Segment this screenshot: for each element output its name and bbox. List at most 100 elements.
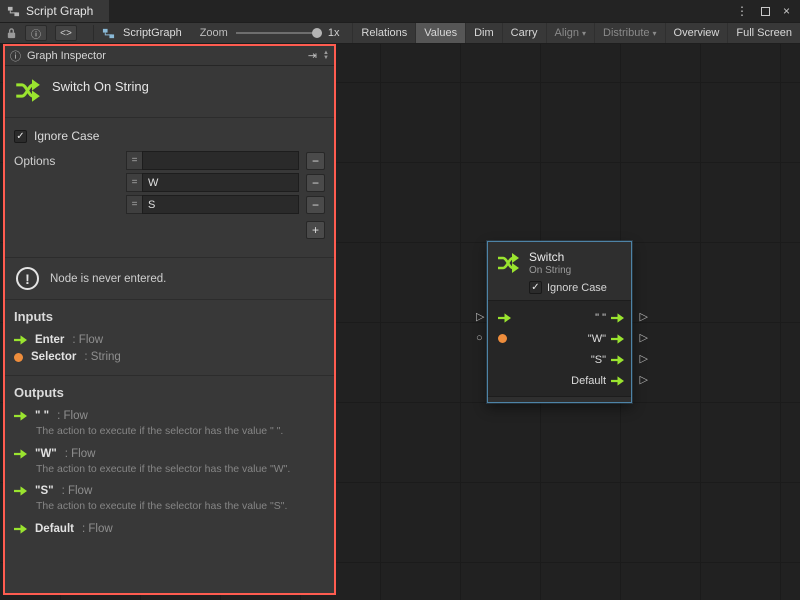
node-title: Switch — [529, 250, 571, 264]
code-view-button[interactable]: <> — [55, 25, 77, 41]
toolbar-separator — [93, 25, 94, 41]
options-editor: Options = − = − = − — [5, 146, 334, 251]
zoom-value: 1x — [328, 27, 340, 39]
output-label: " " — [595, 312, 606, 324]
output-port-space: " " : Flow — [5, 407, 334, 424]
flow-arrow-icon — [14, 524, 27, 534]
remove-option-button[interactable]: − — [306, 152, 325, 170]
graph-icon — [7, 5, 20, 18]
option-row: = − — [126, 151, 325, 170]
full-screen-button[interactable]: Full Screen — [727, 23, 800, 43]
titlebar: Script Graph ⋮ × — [0, 0, 800, 22]
scroll-down-icon[interactable]: ▼ — [323, 56, 329, 61]
node-header[interactable]: Switch On String ✓ Ignore Case — [488, 242, 631, 300]
output-description: The action to execute if the selector ha… — [5, 462, 334, 483]
distribute-button[interactable]: Distribute▾ — [594, 23, 664, 43]
values-button[interactable]: Values — [415, 23, 465, 43]
option-input[interactable] — [142, 151, 299, 170]
flow-connector-icon[interactable]: ▷ — [640, 312, 648, 323]
drag-handle-icon[interactable]: = — [126, 151, 142, 170]
remove-option-button[interactable]: − — [306, 196, 325, 214]
dock-icon[interactable]: ⇥ — [308, 49, 317, 62]
flow-arrow-icon — [14, 411, 27, 421]
zoom-slider-knob[interactable] — [312, 28, 322, 38]
window-controls: ⋮ × — [736, 0, 800, 22]
switch-icon — [496, 251, 520, 275]
main-area: Switch On String ✓ Ignore Case ▷ — [0, 44, 800, 600]
script-graph-icon — [102, 27, 115, 40]
breadcrumb[interactable]: ScriptGraph — [123, 27, 182, 39]
chevron-down-icon: ▾ — [653, 29, 657, 38]
output-port-s: "S" : Flow — [5, 482, 334, 499]
output-label: "S" — [591, 354, 606, 366]
menu-icon[interactable]: ⋮ — [736, 4, 748, 18]
switch-node[interactable]: Switch On String ✓ Ignore Case ▷ — [487, 241, 632, 403]
flow-arrow-icon — [14, 486, 27, 496]
add-option-button[interactable]: + — [306, 221, 325, 239]
flow-connector-icon[interactable]: ▷ — [640, 333, 648, 344]
close-icon[interactable]: × — [783, 4, 790, 18]
inspector-header: ⓘ Graph Inspector ⇥ ▲ ▼ — [5, 46, 334, 66]
value-connector-icon[interactable]: ○ — [476, 333, 483, 344]
relations-button[interactable]: Relations — [352, 23, 415, 43]
output-port-default: Default : Flow — [5, 520, 334, 537]
overview-button[interactable]: Overview — [665, 23, 728, 43]
flow-connector-icon[interactable]: ▷ — [640, 375, 648, 386]
ignore-case-checkbox[interactable]: ✓ — [14, 130, 27, 143]
drag-handle-icon[interactable]: = — [126, 195, 142, 214]
input-port-selector: Selector : String — [5, 348, 334, 365]
options-label: Options — [14, 151, 126, 168]
output-port-s[interactable]: "S" ▷ — [488, 349, 631, 370]
option-input[interactable] — [142, 173, 299, 192]
output-port-default[interactable]: Default ▷ — [488, 370, 631, 391]
flow-arrow-icon — [611, 334, 624, 344]
inputs-title: Inputs — [5, 300, 334, 331]
warning-banner: ! Node is never entered. — [5, 257, 334, 300]
option-input[interactable] — [142, 195, 299, 214]
outputs-section: Outputs " " : Flow The action to execute… — [5, 375, 334, 543]
graph-toolbar: ⓘ <> ScriptGraph Zoom 1x Relations Value… — [0, 22, 800, 44]
node-body: ▷ ○ " " ▷ "W" ▷ — [488, 300, 631, 396]
inputs-section: Inputs Enter : Flow Selector : String — [5, 300, 334, 371]
lock-icon[interactable] — [6, 27, 17, 40]
remove-option-button[interactable]: − — [306, 174, 325, 192]
inspector-title: Graph Inspector — [27, 50, 106, 62]
info-icon: ⓘ — [31, 26, 41, 41]
option-row: = − — [126, 173, 325, 192]
output-port-w[interactable]: "W" ▷ — [488, 328, 631, 349]
dim-button[interactable]: Dim — [465, 23, 502, 43]
flow-connector-icon[interactable]: ▷ — [476, 312, 484, 323]
align-button[interactable]: Align▾ — [546, 23, 594, 43]
flow-arrow-icon — [14, 335, 27, 345]
flow-connector-icon[interactable]: ▷ — [640, 354, 648, 365]
output-port-w: "W" : Flow — [5, 445, 334, 462]
chevron-down-icon: ▾ — [582, 29, 586, 38]
warning-text: Node is never entered. — [50, 273, 166, 285]
carry-button[interactable]: Carry — [502, 23, 546, 43]
zoom-label: Zoom — [200, 27, 228, 39]
node-footer — [488, 396, 631, 402]
switch-icon — [14, 77, 41, 104]
scroll-spinner[interactable]: ▲ ▼ — [323, 51, 329, 61]
graph-inspector-panel: ⓘ Graph Inspector ⇥ ▲ ▼ Sw — [3, 44, 336, 595]
node-subtitle: On String — [529, 265, 571, 276]
flow-arrow-icon — [611, 355, 624, 365]
tab-script-graph[interactable]: Script Graph — [0, 0, 109, 22]
outputs-title: Outputs — [5, 376, 334, 407]
zoom-slider-track — [236, 32, 322, 34]
drag-handle-icon[interactable]: = — [126, 173, 142, 192]
inspected-node-title-row: Switch On String — [5, 66, 334, 117]
output-port-space[interactable]: " " ▷ — [488, 307, 631, 328]
code-icon: <> — [60, 28, 72, 39]
flow-arrow-icon — [611, 313, 624, 323]
window-title: Script Graph — [26, 4, 93, 18]
titlebar-spacer — [109, 0, 736, 22]
output-description: The action to execute if the selector ha… — [5, 424, 334, 445]
node-ignore-case-checkbox[interactable]: ✓ — [529, 281, 542, 294]
output-label: Default — [571, 375, 606, 387]
maximize-icon[interactable] — [761, 7, 770, 16]
output-label: "W" — [588, 333, 606, 345]
zoom-slider[interactable] — [236, 26, 322, 40]
inspector-toggle-button[interactable]: ⓘ — [25, 25, 47, 41]
flow-arrow-icon — [14, 449, 27, 459]
